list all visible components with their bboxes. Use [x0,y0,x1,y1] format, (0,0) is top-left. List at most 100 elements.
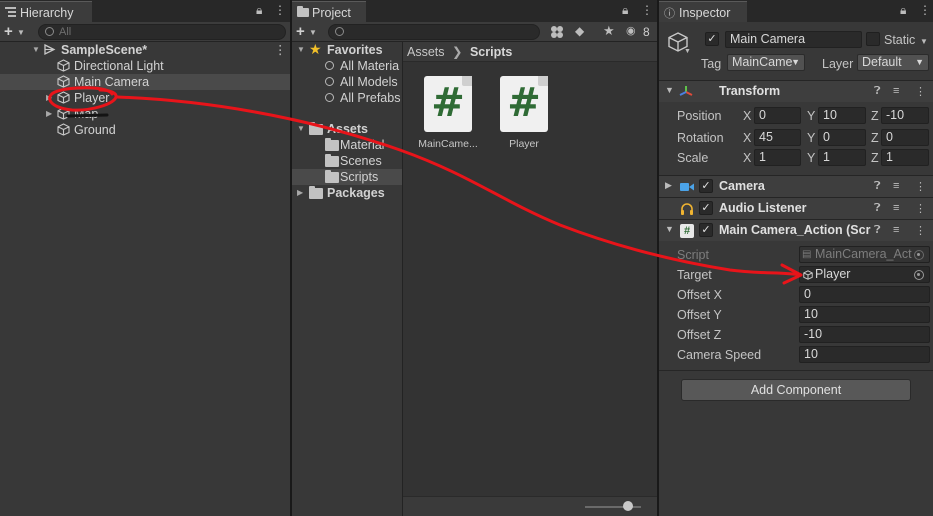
expand-arrow-icon[interactable]: ▼ [665,85,674,95]
axis-z-label[interactable]: Z [871,109,879,123]
hierarchy-item-ground[interactable]: Ground [0,122,290,138]
component-menu-icon[interactable]: ⋮ [915,224,926,237]
project-search-input[interactable] [328,24,540,40]
asset-maincamera-script[interactable]: # MainCame... [411,76,485,150]
folder-item-selected[interactable]: Scripts [292,169,402,185]
breadcrumb-scripts[interactable]: Scripts [470,45,512,59]
hidden-packages-eye-icon[interactable]: ◉ [626,24,636,37]
script-enabled-checkbox[interactable]: ✓ [699,223,713,237]
asset-player-script[interactable]: # Player [487,76,561,150]
lock-icon[interactable]: 🔒︎ [622,3,628,18]
scale-z-input[interactable]: 1 [881,149,929,166]
audio-listener-component-header[interactable]: ✓ Audio Listener ❓︎ ≡ ⋮ [659,197,933,219]
filter-by-type-icon[interactable] [550,25,564,39]
camera-enabled-checkbox[interactable]: ✓ [699,179,713,193]
layer-dropdown[interactable]: Default ▼ [857,54,929,71]
collapsed-arrow-icon[interactable]: ▶ [665,180,672,191]
offset-z-input[interactable]: -10 [799,326,930,343]
favorite-item-label: All Prefabs [340,91,401,105]
scale-x-input[interactable]: 1 [754,149,801,166]
create-asset-button[interactable]: + [296,23,305,40]
filter-by-label-icon[interactable]: ◆ [575,24,584,38]
zoom-slider-thumb[interactable] [623,501,633,511]
hierarchy-item-label: Player [74,91,110,105]
add-component-button[interactable]: Add Component [681,379,911,401]
collapsed-arrow-icon[interactable]: ▶ [46,90,52,106]
tab-hierarchy[interactable]: Hierarchy [0,1,92,22]
axis-x-label[interactable]: X [743,109,751,123]
asset-name: MainCame... [418,138,478,150]
component-menu-icon[interactable]: ⋮ [915,202,926,215]
axis-y-label[interactable]: Y [807,131,815,145]
hierarchy-item-main-camera[interactable]: Main Camera [0,74,290,90]
axis-z-label[interactable]: Z [871,131,879,145]
rotation-x-input[interactable]: 45 [754,129,801,146]
help-icon[interactable]: ❓︎ [874,180,881,193]
scene-row[interactable]: ▼ SampleScene* ⋮ [0,42,290,58]
presets-sliders-icon[interactable]: ≡ [893,202,899,214]
chevron-down-icon[interactable]: ▼ [17,28,25,37]
scale-y-input[interactable]: 1 [818,149,866,166]
headphones-icon [681,203,693,215]
kebab-menu-icon[interactable]: ⋮ [919,3,931,17]
camera-component-header[interactable]: ▶ ✓ Camera ❓︎ ≡ ⋮ [659,175,933,197]
hierarchy-panel: Hierarchy 🔒︎ ⋮ + ▼ All ▼ SampleScene* ⋮ … [0,0,290,516]
axis-z-label[interactable]: Z [871,151,879,165]
lock-icon[interactable]: 🔒︎ [256,3,262,18]
hierarchy-item-directional-light[interactable]: Directional Light [0,58,290,74]
help-icon[interactable]: ❓︎ [874,85,881,98]
axis-x-label[interactable]: X [743,151,751,165]
tab-inspector[interactable]: ⓘ Inspector [659,1,747,22]
lock-icon[interactable]: 🔒︎ [900,3,906,18]
layer-label: Layer [822,57,854,71]
expand-arrow-icon[interactable]: ▼ [32,42,40,58]
component-menu-icon[interactable]: ⋮ [915,180,926,193]
audio-listener-enabled-checkbox[interactable]: ✓ [699,201,713,215]
collapsed-arrow-icon[interactable]: ▶ [46,106,52,122]
position-z-input[interactable]: -10 [881,107,929,124]
script-component-header[interactable]: ▼ # ✓ Main Camera_Action (Scr ❓︎ ≡ ⋮ [659,219,933,241]
hierarchy-item-map[interactable]: ▶ Map [0,106,290,122]
add-object-button[interactable]: + [4,23,13,40]
presets-sliders-icon[interactable]: ≡ [893,224,899,236]
help-icon[interactable]: ❓︎ [874,202,881,215]
camera-speed-input[interactable]: 10 [799,346,930,363]
expand-arrow-icon[interactable]: ▼ [297,121,305,137]
object-picker-icon[interactable] [914,270,924,280]
offset-x-input[interactable]: 0 [799,286,930,303]
tag-dropdown[interactable]: MainCame ▼ [727,54,805,71]
active-checkbox[interactable]: ✓ [705,32,719,46]
axis-y-label[interactable]: Y [807,109,815,123]
transform-component-header[interactable]: ▼ Transform ❓︎ ≡ ⋮ [659,80,933,102]
collapsed-arrow-icon[interactable]: ▶ [297,185,303,201]
axis-y-label[interactable]: Y [807,151,815,165]
scene-menu-icon[interactable]: ⋮ [274,42,287,58]
target-object-field[interactable]: Player [799,266,930,283]
target-label: Target [677,268,712,282]
kebab-menu-icon[interactable]: ⋮ [641,3,653,17]
breadcrumb-assets[interactable]: Assets [407,45,445,59]
chevron-down-icon[interactable]: ▼ [309,28,317,37]
axis-x-label[interactable]: X [743,131,751,145]
object-name-input[interactable]: Main Camera [725,31,862,48]
chevron-down-icon[interactable]: ▼ [684,48,691,55]
tab-project[interactable]: Project [292,1,366,22]
presets-sliders-icon[interactable]: ≡ [893,180,899,192]
component-menu-icon[interactable]: ⋮ [915,85,926,98]
position-y-input[interactable]: 10 [818,107,866,124]
position-x-input[interactable]: 0 [754,107,801,124]
kebab-menu-icon[interactable]: ⋮ [274,3,286,17]
rotation-z-input[interactable]: 0 [881,129,929,146]
hierarchy-search-input[interactable]: All [38,24,286,40]
static-checkbox[interactable] [866,32,880,46]
offset-y-label: Offset Y [677,308,722,322]
expand-arrow-icon[interactable]: ▼ [665,224,674,234]
presets-sliders-icon[interactable]: ≡ [893,85,899,97]
rotation-y-input[interactable]: 0 [818,129,866,146]
help-icon[interactable]: ❓︎ [874,224,881,237]
favorite-star-icon[interactable]: ★ [603,23,615,39]
hierarchy-item-player[interactable]: ▶ Player [0,90,290,106]
offset-y-input[interactable]: 10 [799,306,930,323]
expand-arrow-icon[interactable]: ▼ [297,42,305,58]
static-dropdown-icon[interactable]: ▼ [920,37,928,46]
